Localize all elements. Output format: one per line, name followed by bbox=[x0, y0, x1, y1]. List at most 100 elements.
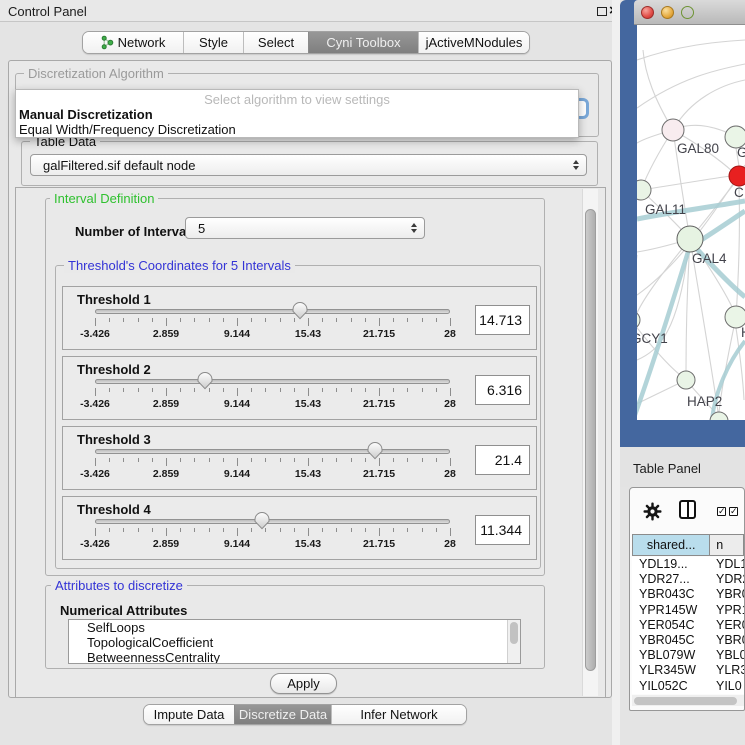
slider-axis-label: 2.859 bbox=[153, 538, 179, 550]
settings-vertical-scrollbar[interactable] bbox=[582, 189, 598, 696]
slider-tick bbox=[265, 458, 266, 462]
table-row[interactable]: YBL079WYBL0 bbox=[632, 648, 744, 663]
slider-axis-label: -3.426 bbox=[80, 328, 110, 340]
tab-style[interactable]: Style bbox=[183, 32, 243, 53]
slider-axis-label: 21.715 bbox=[363, 538, 395, 550]
slider-tick bbox=[379, 318, 380, 326]
slider-tick bbox=[152, 458, 153, 462]
slider-thumb[interactable] bbox=[367, 442, 383, 460]
slider-axis-label: 21.715 bbox=[363, 468, 395, 480]
tab-cyni-toolbox[interactable]: Cyni Toolbox bbox=[308, 32, 418, 53]
cell-shared-name: YER054C bbox=[639, 618, 695, 632]
table-data-combo[interactable]: galFiltered.sif default node bbox=[30, 154, 587, 176]
slider-tick bbox=[152, 528, 153, 532]
numerical-attributes-list[interactable]: SelfLoopsTopologicalCoefficientBetweenne… bbox=[68, 619, 521, 664]
table-row[interactable]: YIL052CYIL0 bbox=[632, 679, 744, 694]
slider-tick bbox=[280, 318, 281, 322]
slider-track[interactable] bbox=[95, 449, 450, 454]
tab-select[interactable]: Select bbox=[243, 32, 308, 53]
network-node-hap2[interactable] bbox=[677, 371, 695, 389]
number-of-intervals-value: 5 bbox=[198, 221, 205, 236]
slider-thumb[interactable] bbox=[254, 512, 270, 530]
slider-axis-label: -3.426 bbox=[80, 538, 110, 550]
zoom-traffic-light[interactable] bbox=[681, 6, 694, 19]
threshold-value-field[interactable]: 21.4 bbox=[475, 445, 530, 475]
attribute-item-betweennesscentrality[interactable]: BetweennessCentrality bbox=[69, 650, 520, 664]
table-row[interactable]: YDR27...YDR2 bbox=[632, 572, 744, 587]
table-horizontal-scrollbar[interactable] bbox=[632, 695, 744, 706]
float-window-icon[interactable] bbox=[597, 7, 607, 16]
cell-name: YBR0 bbox=[716, 633, 744, 647]
threshold-row-4: Threshold 4-3.4262.8599.14415.4321.71528… bbox=[62, 496, 537, 560]
cell-shared-name: YBL079W bbox=[639, 648, 695, 662]
network-node-gal80[interactable] bbox=[662, 119, 684, 141]
slider-track[interactable] bbox=[95, 519, 450, 524]
attribute-item-selfloops[interactable]: SelfLoops bbox=[69, 620, 520, 635]
minimize-traffic-light[interactable] bbox=[661, 6, 674, 19]
slider-tick bbox=[237, 388, 238, 396]
slider-tick bbox=[351, 388, 352, 392]
network-canvas[interactable]: GAL80GCGAL11GAL4GCY1HHAP2 bbox=[637, 25, 745, 420]
tab-infer-network[interactable]: Infer Network bbox=[331, 705, 466, 724]
table-row[interactable]: YLR345WYLR3 bbox=[632, 663, 744, 678]
close-traffic-light[interactable] bbox=[641, 6, 654, 19]
select-columns-icon[interactable]: ✓✓ bbox=[717, 507, 741, 518]
slider-tick bbox=[209, 458, 210, 462]
slider-axis-label: 15.43 bbox=[295, 398, 321, 410]
table-row[interactable]: YBR043CYBR0 bbox=[632, 587, 744, 602]
network-node-c[interactable] bbox=[729, 166, 745, 186]
popup-option-manual-discretization[interactable]: Manual Discretization bbox=[19, 107, 153, 122]
slider-tick bbox=[280, 528, 281, 532]
top-tab-bar: Network StyleSelectCyni ToolboxjActiveMNo… bbox=[82, 31, 530, 54]
attributes-list-scrollbar[interactable] bbox=[507, 620, 520, 663]
slider-tick bbox=[308, 388, 309, 396]
slider-tick bbox=[351, 318, 352, 322]
slider-axis-label: -3.426 bbox=[80, 468, 110, 480]
apply-button[interactable]: Apply bbox=[270, 673, 337, 694]
table-row[interactable]: YDL19...YDL1 bbox=[632, 557, 744, 572]
column-header-shared-name[interactable]: shared... bbox=[632, 534, 710, 556]
slider-tick bbox=[223, 528, 224, 532]
cell-name: YER0 bbox=[716, 618, 744, 632]
tab-jactivemnodules[interactable]: jActiveMNodules bbox=[418, 32, 529, 53]
slider-track[interactable] bbox=[95, 379, 450, 384]
table-hscrollbar-thumb[interactable] bbox=[634, 697, 737, 705]
popup-option-equal-width-frequency-discretization[interactable]: Equal Width/Frequency Discretization bbox=[19, 122, 236, 137]
tab-discretize-data[interactable]: Discretize Data bbox=[234, 705, 331, 724]
settings-scrollbar-thumb[interactable] bbox=[585, 209, 596, 671]
slider-axis-label: 28 bbox=[444, 328, 456, 340]
threshold-value-field[interactable]: 11.344 bbox=[475, 515, 530, 545]
table-row[interactable]: YER054C YER0 bbox=[632, 618, 744, 633]
attribute-item-topologicalcoefficient[interactable]: TopologicalCoefficient bbox=[69, 635, 520, 650]
tab-network[interactable]: Network bbox=[83, 32, 183, 53]
network-graph[interactable]: GAL80GCGAL11GAL4GCY1HHAP2 bbox=[637, 25, 745, 420]
network-node-gcy1[interactable] bbox=[637, 311, 640, 329]
slider-tick bbox=[138, 318, 139, 322]
slider-tick bbox=[251, 458, 252, 462]
table-row[interactable]: YPR145WYPR1 bbox=[632, 603, 744, 618]
slider-tick bbox=[123, 388, 124, 392]
number-of-intervals-combo[interactable]: 5 bbox=[185, 217, 425, 239]
slider-thumb[interactable] bbox=[292, 302, 308, 320]
slider-tick bbox=[336, 318, 337, 322]
slider-tick bbox=[180, 528, 181, 532]
table-row[interactable]: YBR045CYBR0 bbox=[632, 633, 744, 648]
tab-label: Network bbox=[118, 35, 166, 50]
threshold-value-field[interactable]: 6.316 bbox=[475, 375, 530, 405]
network-node-label: GCY1 bbox=[637, 331, 668, 346]
slider-tick bbox=[450, 458, 451, 466]
column-header-name[interactable]: n bbox=[710, 534, 744, 556]
table-header: shared... n bbox=[632, 534, 744, 556]
tab-impute-data[interactable]: Impute Data bbox=[144, 705, 234, 724]
slider-tick bbox=[336, 388, 337, 392]
columns-icon[interactable] bbox=[679, 500, 696, 519]
slider-thumb[interactable] bbox=[197, 372, 213, 390]
slider-tick bbox=[280, 388, 281, 392]
network-node-gal4[interactable] bbox=[677, 226, 703, 252]
slider-tick bbox=[294, 528, 295, 532]
gear-icon[interactable] bbox=[643, 502, 662, 526]
panel-splitter[interactable] bbox=[612, 0, 620, 745]
slider-axis-label: 2.859 bbox=[153, 398, 179, 410]
slider-track[interactable] bbox=[95, 309, 450, 314]
threshold-value-field[interactable]: 14.713 bbox=[475, 305, 530, 335]
